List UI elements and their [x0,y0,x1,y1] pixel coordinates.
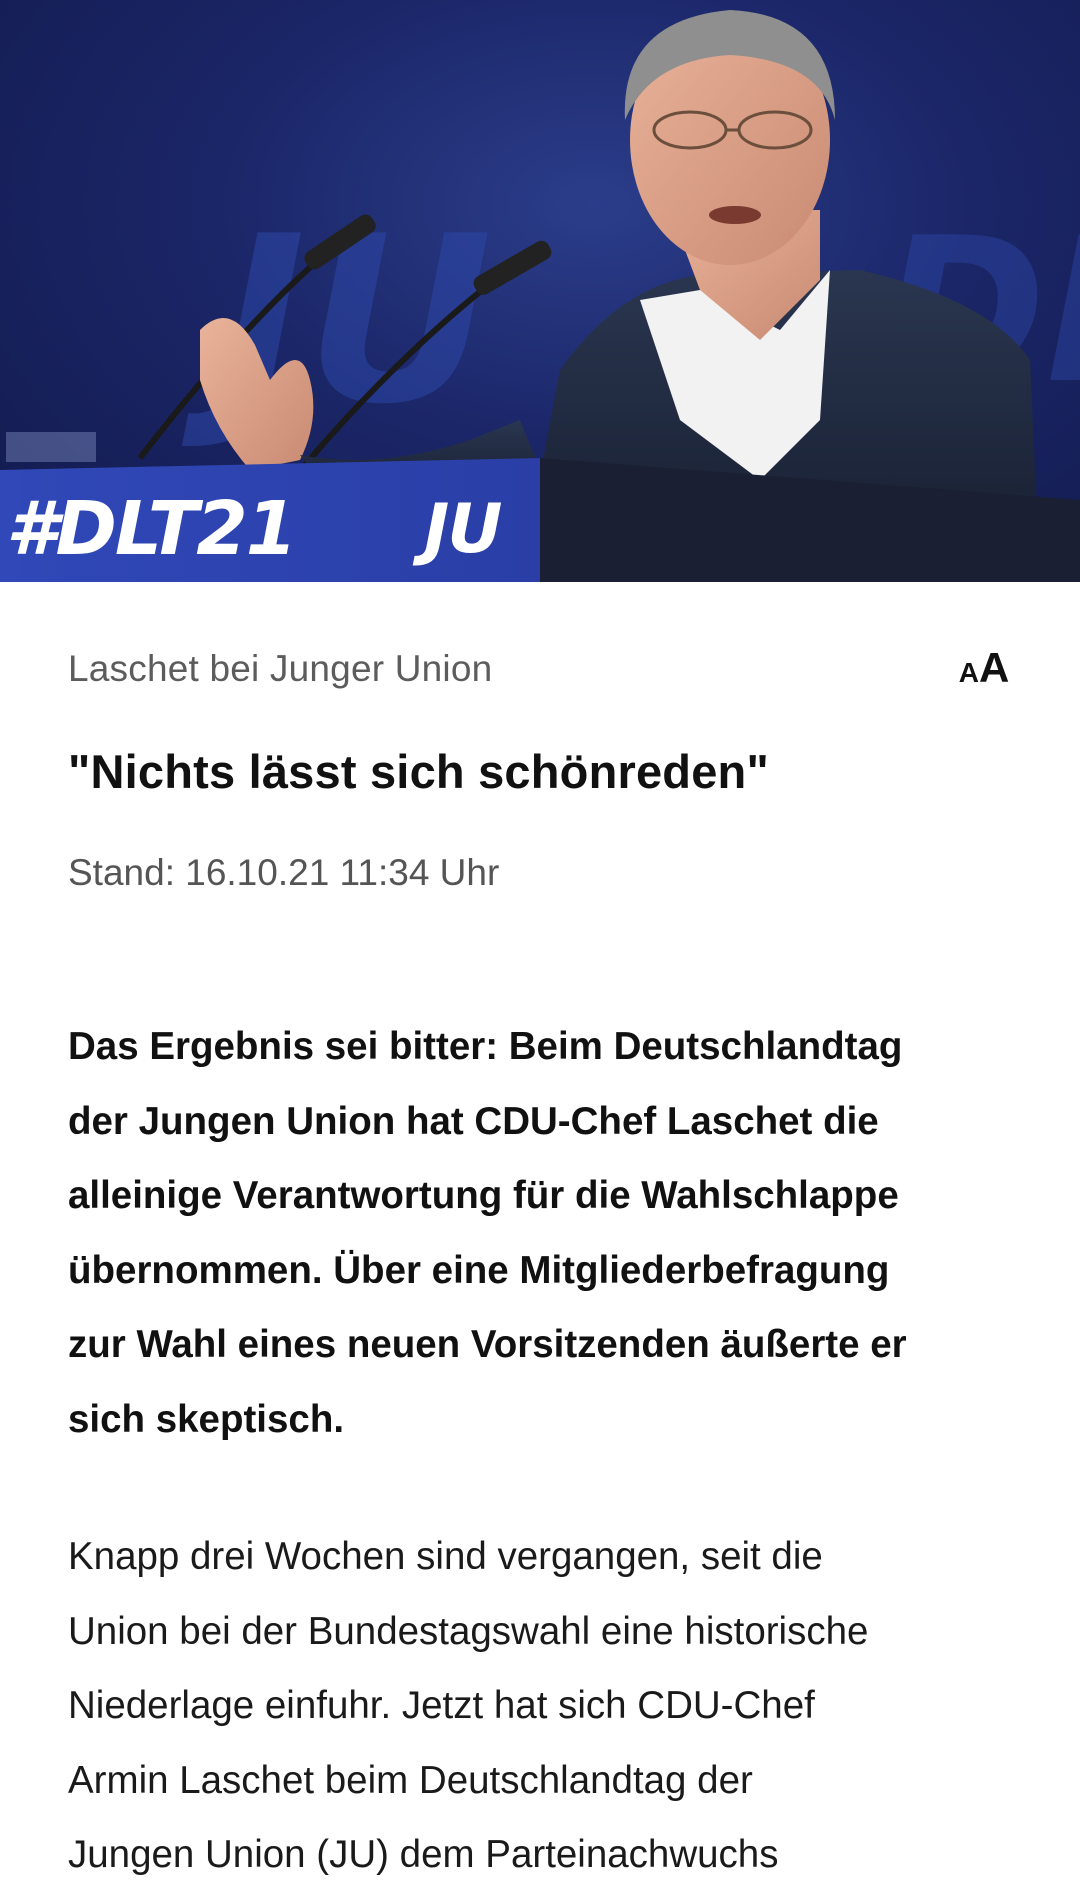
article-headline: "Nichts lässt sich schönreden" [68,745,769,798]
body-line: Jungen Union (JU) dem Parteinachwuchs [68,1833,779,1876]
body-line: Knapp drei Wochen sind vergangen, seit d… [68,1535,823,1578]
font-size-large-icon: A [978,644,1010,691]
teaser-line: sich skeptisch. [68,1397,345,1441]
teaser-line: alleinige Verantwortung für die Wahlschl… [68,1174,899,1217]
body-line: Armin Laschet beim Deutschlandtag der [68,1758,753,1802]
hero-image: JU DLT [0,0,1080,582]
lectern-logo: JU [424,490,503,569]
teaser-line: übernommen. Über eine Mitgliederbefragun… [68,1248,890,1292]
article-dateline: Stand: 16.10.21 11:34 Uhr [68,852,500,893]
teaser-line: zur Wahl eines neuen Vorsitzenden äußert… [68,1323,907,1366]
teaser-line: der Jungen Union hat CDU-Chef Laschet di… [68,1099,879,1143]
article-teaser: Das Ergebnis sei bitter: Beim Deutschlan… [68,1010,1018,1457]
article-page: JU DLT [0,0,1080,1884]
lectern-hashtag: #DLT21 [6,486,297,572]
teaser-line: Das Ergebnis sei bitter: Beim Deutschlan… [68,1025,903,1068]
font-size-small-icon: A [958,657,979,688]
article-body: Knapp drei Wochen sind vergangen, seit d… [68,1520,1028,1884]
body-line: Union bei der Bundestagswahl eine histor… [68,1609,869,1653]
font-size-button[interactable]: A A [952,644,1016,694]
article-topline: Laschet bei Junger Union [68,648,493,689]
body-line: Niederlage einfuhr. Jetzt hat sich CDU-C… [68,1684,815,1727]
